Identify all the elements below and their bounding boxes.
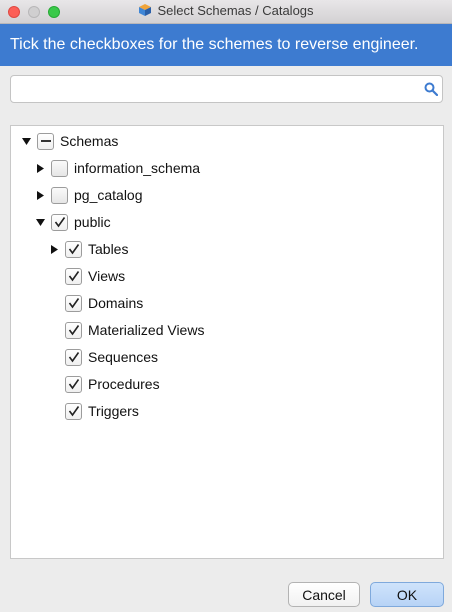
expand-right-arrow-icon[interactable] (35, 190, 45, 200)
indeterminate-dash-icon (40, 140, 51, 142)
tree-node-label: Schemas (60, 133, 119, 149)
checkbox-pg-catalog[interactable] (51, 186, 68, 204)
checkmark-icon (68, 244, 79, 255)
expand-down-arrow-icon[interactable] (21, 136, 31, 146)
tree-node-label: Tables (88, 241, 129, 257)
checkmark-icon (68, 325, 79, 336)
checkbox-triggers[interactable] (65, 402, 82, 420)
search-input[interactable] (17, 80, 421, 100)
ok-button[interactable]: OK (370, 582, 444, 607)
tree-node-views[interactable]: Views (49, 265, 125, 287)
checkbox-tables[interactable] (65, 240, 82, 258)
tree-node-label: Domains (88, 295, 144, 311)
checkbox-sequences[interactable] (65, 348, 82, 366)
search-icon[interactable] (424, 82, 438, 96)
window-title-group: Select Schemas / Catalogs (0, 3, 452, 18)
tree-node-label: Triggers (88, 403, 139, 419)
checkbox-information-schema[interactable] (51, 159, 68, 177)
checkbox-schemas[interactable] (37, 132, 54, 150)
expand-right-arrow-icon[interactable] (35, 163, 45, 173)
tree-node-label: information_schema (74, 160, 201, 176)
checkbox-public[interactable] (51, 213, 68, 231)
search-field[interactable] (10, 75, 443, 103)
tree-node-label: Sequences (88, 349, 159, 365)
window-title: Select Schemas / Catalogs (157, 3, 314, 18)
checkbox-views[interactable] (65, 267, 82, 285)
expand-down-arrow-icon[interactable] (35, 217, 45, 227)
checkbox-procedures[interactable] (65, 375, 82, 393)
checkbox-domains[interactable] (65, 294, 82, 312)
tree-node-information-schema[interactable]: information_schema (35, 157, 200, 179)
tree-node-pg-catalog[interactable]: pg_catalog (35, 184, 143, 206)
checkmark-icon (68, 406, 79, 417)
tree-node-domains[interactable]: Domains (49, 292, 143, 314)
app-cube-icon (139, 4, 152, 16)
expand-right-arrow-icon[interactable] (49, 244, 59, 254)
tree-node-tables[interactable]: Tables (49, 238, 128, 260)
tree-node-label: Views (88, 268, 126, 284)
title-bar: Select Schemas / Catalogs (0, 0, 452, 24)
tree-node-procedures[interactable]: Procedures (49, 373, 160, 395)
tree-node-schemas[interactable]: Schemas (21, 130, 118, 152)
tree-node-label: Materialized Views (88, 322, 205, 338)
checkbox-materialized-views[interactable] (65, 321, 82, 339)
instruction-banner: Tick the checkboxes for the schemes to r… (0, 24, 452, 66)
tree-node-public[interactable]: public (35, 211, 111, 233)
checkmark-icon (68, 298, 79, 309)
schema-tree[interactable]: Schemas information_schema pg_catalog pu… (10, 125, 444, 559)
checkmark-icon (68, 352, 79, 363)
cancel-button[interactable]: Cancel (288, 582, 360, 607)
tree-node-sequences[interactable]: Sequences (49, 346, 158, 368)
tree-node-materialized-views[interactable]: Materialized Views (49, 319, 204, 341)
tree-node-label: Procedures (88, 376, 160, 392)
checkmark-icon (68, 271, 79, 282)
tree-node-label: pg_catalog (74, 187, 143, 203)
checkmark-icon (54, 217, 65, 228)
tree-node-triggers[interactable]: Triggers (49, 400, 139, 422)
tree-node-label: public (74, 214, 111, 230)
checkmark-icon (68, 379, 79, 390)
